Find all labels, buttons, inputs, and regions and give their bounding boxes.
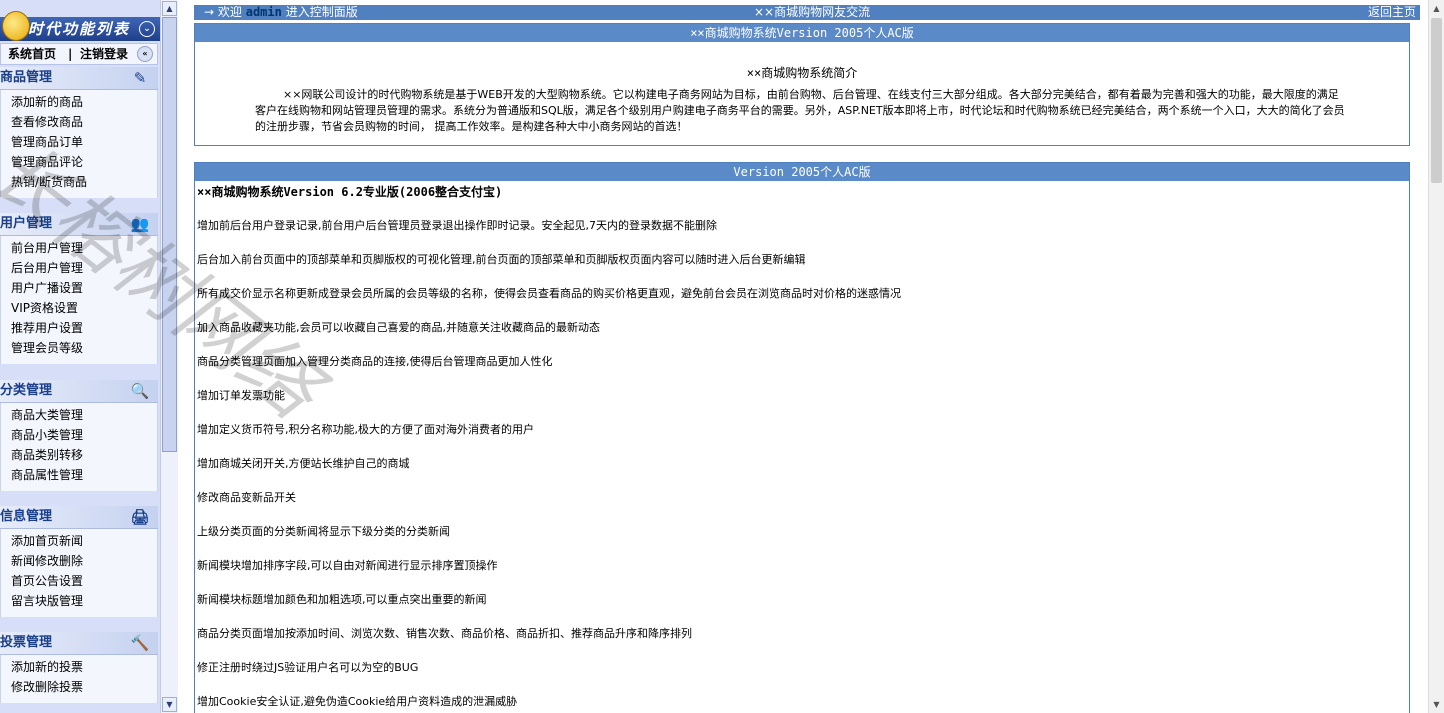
- sidebar-menu-item[interactable]: 首页公告设置: [1, 571, 157, 591]
- changelog-item: 商品分类页面增加按添加时间、浏览次数、销售次数、商品价格、商品折扣、推荐商品升序…: [197, 627, 692, 640]
- sidebar-section-title: 分类管理: [0, 383, 53, 398]
- sidebar-section-title: 商品管理: [0, 70, 53, 85]
- username: admin: [245, 5, 282, 19]
- intro-panel-header: ××商城购物系统Version 2005个人AC版: [195, 24, 1409, 42]
- sidebar-section-title: 投票管理: [0, 635, 53, 650]
- hammer-icon: 🔨: [130, 634, 150, 652]
- sidebar-section-body: 前台用户管理 后台用户管理 用户广播设置 VIP资格设置 推荐用户设置 管理会员等级: [0, 236, 158, 364]
- sidebar-menu-item[interactable]: 商品类别转移: [1, 445, 157, 465]
- printer-icon: 🖨: [130, 508, 150, 526]
- main-frame: → 欢迎 admin 进入控制面版 ××商城购物网友交流 返回主页 ××商城购物…: [178, 0, 1428, 713]
- changelog-panel-header: Version 2005个人AC版: [195, 163, 1409, 181]
- edit-icon: ✎: [133, 69, 147, 87]
- sidebar-menu-item[interactable]: 查看修改商品: [1, 112, 157, 132]
- sidebar-section-header[interactable]: 投票管理 🔨: [0, 632, 158, 655]
- scroll-up-icon[interactable]: ▲: [162, 1, 177, 16]
- welcome-prefix: 欢迎: [217, 5, 242, 19]
- search-icon: 🔍: [130, 382, 150, 400]
- system-home-link[interactable]: 系统首页: [8, 44, 56, 64]
- sidebar-menu-item[interactable]: 添加新的投票: [1, 657, 157, 677]
- sidebar-menu-item[interactable]: 管理商品订单: [1, 132, 157, 152]
- changelog-item: 增加前后台用户登录记录,前台用户后台管理员登录退出操作即时记录。安全起见,7天内…: [197, 219, 717, 232]
- intro-title: ××商城购物系统简介: [746, 66, 858, 80]
- sidebar-section: 投票管理 🔨 添加新的投票 修改删除投票: [0, 632, 158, 703]
- changelog-item: 新闻模块增加排序字段,可以自由对新闻进行显示排序置顶操作: [197, 559, 498, 572]
- sidebar-section-body: 添加新的商品 查看修改商品 管理商品订单 管理商品评论 热销/断货商品: [0, 90, 158, 198]
- changelog-list: ××商城购物系统Version 6.2专业版(2006整合支付宝) 增加前后台用…: [195, 184, 1409, 710]
- community-link[interactable]: ××商城购物网友交流: [754, 5, 870, 20]
- sidebar-section-body: 添加首页新闻 新闻修改删除 首页公告设置 留言块版管理: [0, 529, 158, 617]
- welcome-suffix: 进入控制面版: [285, 5, 358, 19]
- changelog-item: 增加订单发票功能: [197, 389, 285, 402]
- top-bar: → 欢迎 admin 进入控制面版 ××商城购物网友交流 返回主页: [194, 5, 1420, 20]
- sidebar-menu-item[interactable]: 用户广播设置: [1, 278, 157, 298]
- intro-panel: ××商城购物系统Version 2005个人AC版 ××商城购物系统简介 ××网…: [194, 23, 1410, 146]
- sidebar-section-body: 商品大类管理 商品小类管理 商品类别转移 商品属性管理: [0, 403, 158, 491]
- sidebar-menu-item[interactable]: 新闻修改删除: [1, 551, 157, 571]
- sidebar-section-header[interactable]: 商品管理 ✎: [0, 67, 158, 90]
- sidebar-section: 信息管理 🖨 添加首页新闻 新闻修改删除 首页公告设置 留言块版管理: [0, 506, 158, 617]
- welcome-text: → 欢迎 admin 进入控制面版: [204, 5, 358, 20]
- sidebar-scrollbar[interactable]: ▲ ▼: [160, 0, 178, 713]
- changelog-panel: Version 2005个人AC版 ××商城购物系统Version 6.2专业版…: [194, 162, 1410, 713]
- sidebar-menu-item[interactable]: 推荐用户设置: [1, 318, 157, 338]
- mascot-icon: [2, 11, 30, 41]
- scroll-down-icon[interactable]: ▼: [162, 697, 177, 712]
- sidebar-section-title: 信息管理: [0, 509, 53, 524]
- changelog-item: 所有成交价显示名称更新成登录会员所属的会员等级的名称，使得会员查看商品的购买价格…: [197, 287, 901, 300]
- sidebar-menu-item[interactable]: 热销/断货商品: [1, 172, 157, 192]
- sidebar-menu-item[interactable]: 商品大类管理: [1, 405, 157, 425]
- changelog-item: 修正注册时绕过JS验证用户名可以为空的BUG: [197, 661, 419, 674]
- return-home-link[interactable]: 返回主页: [1368, 5, 1416, 20]
- changelog-item: 商品分类管理页面加入管理分类商品的连接,使得后台管理商品更加人性化: [197, 355, 553, 368]
- changelog-item: 增加定义货币符号,积分名称功能,极大的方便了面对海外消费者的用户: [197, 423, 534, 436]
- sidebar-menu-item[interactable]: 前台用户管理: [1, 238, 157, 258]
- sidebar-section-header[interactable]: 信息管理 🖨: [0, 506, 158, 529]
- changelog-item: 加入商品收藏夹功能,会员可以收藏自己喜爱的商品,并随意关注收藏商品的最新动态: [197, 321, 600, 334]
- changelog-version-title: ××商城购物系统Version 6.2专业版(2006整合支付宝): [197, 185, 503, 199]
- changelog-item: 上级分类页面的分类新闻将显示下级分类的分类新闻: [197, 525, 450, 538]
- main-scrollbar[interactable]: ▲ ▼: [1428, 0, 1444, 713]
- logo-text: 时代功能列表: [28, 20, 131, 38]
- sidebar-menu-item[interactable]: 添加首页新闻: [1, 531, 157, 551]
- changelog-item: 新闻模块标题增加颜色和加粗选项,可以重点突出重要的新闻: [197, 593, 487, 606]
- double-chevron-left-icon[interactable]: «: [137, 46, 153, 62]
- sidebar-top-nav: 系统首页 | 注销登录 «: [0, 43, 158, 65]
- left-frame: 时代功能列表 ⌄ 系统首页 | 注销登录 « 商品管理 ✎ 添加新的商品 查看修改商品…: [0, 0, 160, 713]
- scroll-down-icon[interactable]: ▼: [1429, 697, 1444, 712]
- sidebar-menu-item[interactable]: 留言块版管理: [1, 591, 157, 611]
- sidebar-logo: 时代功能列表 ⌄: [0, 11, 160, 41]
- changelog-item: 后台加入前台页面中的顶部菜单和页脚版权的可视化管理,前台页面的顶部菜单和页脚版权…: [197, 253, 806, 266]
- scrollbar-thumb[interactable]: [162, 17, 177, 452]
- changelog-item: 修改商品变新品开关: [197, 491, 296, 504]
- sidebar-menu-item[interactable]: VIP资格设置: [1, 298, 157, 318]
- sidebar-menu-item[interactable]: 修改删除投票: [1, 677, 157, 697]
- sidebar-section: 分类管理 🔍 商品大类管理 商品小类管理 商品类别转移 商品属性管理: [0, 380, 158, 491]
- sidebar-section: 商品管理 ✎ 添加新的商品 查看修改商品 管理商品订单 管理商品评论 热销/断货商品: [0, 67, 158, 198]
- sidebar-section: 用户管理 👥 前台用户管理 后台用户管理 用户广播设置 VIP资格设置 推荐用户设置 管理会员…: [0, 213, 158, 364]
- scroll-up-icon[interactable]: ▲: [1429, 1, 1444, 16]
- changelog-item: 增加商城关闭开关,方便站长维护自己的商城: [197, 457, 410, 470]
- arrow-icon: →: [204, 5, 215, 19]
- sidebar-section-header[interactable]: 用户管理 👥: [0, 213, 158, 236]
- sidebar-menu-item[interactable]: 商品属性管理: [1, 465, 157, 485]
- sidebar-section-header[interactable]: 分类管理 🔍: [0, 380, 158, 403]
- users-icon: 👥: [130, 215, 150, 233]
- logout-link[interactable]: 注销登录: [80, 44, 128, 64]
- sidebar-menu-item[interactable]: 后台用户管理: [1, 258, 157, 278]
- intro-text: ××网联公司设计的时代购物系统是基于WEB开发的大型购物系统。它以构建电子商务网…: [255, 88, 1345, 133]
- scrollbar-thumb[interactable]: [1431, 18, 1442, 183]
- sidebar-section-body: 添加新的投票 修改删除投票: [0, 655, 158, 703]
- sidebar-menu-item[interactable]: 管理会员等级: [1, 338, 157, 358]
- changelog-item: 增加Cookie安全认证,避免伪造Cookie给用户资料造成的泄漏威胁: [197, 695, 518, 708]
- sidebar-section-title: 用户管理: [0, 216, 53, 231]
- sidebar-menu-item[interactable]: 管理商品评论: [1, 152, 157, 172]
- sidebar-menu-item[interactable]: 添加新的商品: [1, 92, 157, 112]
- sidebar-menu-item[interactable]: 商品小类管理: [1, 425, 157, 445]
- collapse-icon[interactable]: ⌄: [139, 21, 155, 37]
- nav-separator: |: [68, 47, 73, 61]
